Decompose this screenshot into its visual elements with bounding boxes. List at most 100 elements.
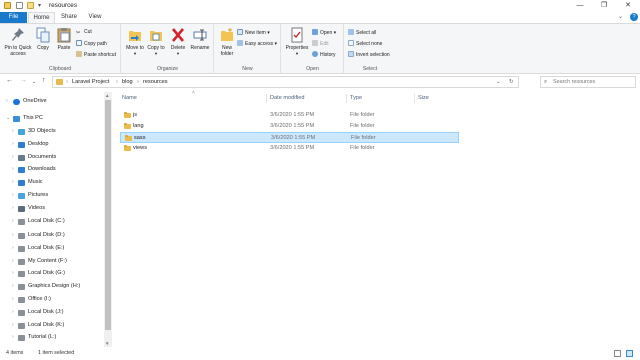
properties-quick-icon[interactable] — [16, 2, 23, 9]
ribbon-expand-icon[interactable]: ⌄ — [618, 13, 623, 20]
breadcrumb-laravel-project[interactable]: Laravel Project — [72, 79, 109, 85]
disk-icon — [18, 323, 25, 329]
nav-item-documents[interactable]: › Documents — [0, 152, 104, 163]
nav-scrollbar[interactable]: ▲ ▼ — [104, 92, 112, 347]
nav-item-label: Graphics Design (H:) — [28, 283, 81, 289]
rename-button[interactable]: Rename — [189, 27, 211, 51]
sort-ascending-icon: ˄ — [192, 90, 195, 96]
delete-button[interactable]: Delete ▾ — [169, 27, 187, 57]
file-row[interactable]: sass 3/6/2020 1:55 PM File folder — [120, 132, 459, 143]
nav-item-videos[interactable]: › Videos — [0, 203, 104, 214]
file-explorer-window: ▾ resources — ❐ ✕ File Home Share View ⌄… — [0, 0, 640, 360]
file-row[interactable]: lang 3/6/2020 1:55 PM File folder — [120, 121, 459, 132]
status-bar: 4 items 1 item selected — [0, 347, 640, 360]
copy-button[interactable]: Copy — [34, 27, 52, 51]
desktop-icon — [18, 142, 25, 148]
help-icon[interactable]: ? — [630, 13, 638, 21]
nav-item-my-content-f[interactable]: › My Content (F:) — [0, 256, 104, 267]
column-header-type[interactable]: Type — [350, 95, 362, 101]
move-to-button[interactable]: Move to ▾ — [125, 27, 145, 57]
maximize-button[interactable]: ❐ — [592, 0, 616, 12]
quick-access-dropdown-icon[interactable]: ▾ — [38, 2, 41, 9]
nav-item-pictures[interactable]: › Pictures — [0, 190, 104, 201]
easy-access-button[interactable]: Easy access ▾ — [237, 40, 277, 48]
scroll-thumb[interactable] — [105, 100, 111, 330]
tab-view[interactable]: View — [84, 12, 106, 23]
new-folder-button[interactable]: New folder — [217, 27, 237, 57]
large-icons-view-button[interactable] — [626, 350, 633, 357]
nav-item-local-disk-j[interactable]: › Local Disk (J:) — [0, 307, 104, 318]
chevron-right-icon: › — [12, 154, 14, 160]
item-count: 4 items — [6, 350, 24, 356]
column-divider[interactable] — [414, 94, 415, 103]
nav-item-local-disk-e[interactable]: › Local Disk (E:) — [0, 243, 104, 254]
column-header-size[interactable]: Size — [418, 95, 429, 101]
nav-item-graphics-design-h[interactable]: › Graphics Design (H:) — [0, 281, 104, 292]
search-box[interactable]: ⌕ Search resources — [540, 76, 636, 88]
open-button[interactable]: Open ▾ — [312, 29, 336, 37]
column-header-name[interactable]: Name — [122, 95, 137, 101]
edit-button[interactable]: Edit — [312, 40, 329, 48]
column-header-date-modified[interactable]: Date modified — [270, 95, 305, 101]
refresh-icon[interactable]: ↻ — [509, 79, 514, 85]
nav-item-music[interactable]: › Music — [0, 177, 104, 188]
paste-button[interactable]: Paste — [54, 27, 74, 51]
new-folder-quick-icon[interactable] — [27, 2, 34, 9]
nav-item-label: Local Disk (G:) — [28, 270, 65, 276]
nav-item-label: Music — [28, 179, 43, 185]
history-button[interactable]: History — [312, 51, 336, 59]
file-name: views — [133, 145, 147, 151]
nav-item-onedrive[interactable]: › OneDrive — [0, 96, 104, 107]
address-dropdown-icon[interactable]: ⌄ — [496, 79, 501, 85]
copy-path-button[interactable]: Copy path — [76, 40, 107, 48]
scroll-up-icon[interactable]: ▲ — [105, 93, 109, 98]
tab-home[interactable]: Home — [28, 12, 55, 23]
recent-locations-icon[interactable]: ⌄ — [32, 79, 36, 85]
column-divider[interactable] — [266, 94, 267, 103]
nav-item-this-pc[interactable]: ⌄ This PC — [0, 113, 104, 124]
disk-icon — [18, 259, 25, 265]
scissors-icon: ✂ — [76, 30, 81, 36]
details-view-button[interactable] — [614, 350, 621, 357]
breadcrumb-resources[interactable]: resources — [143, 79, 168, 85]
nav-item-3d-objects[interactable]: › 3D Objects — [0, 126, 104, 137]
nav-item-local-disk-g[interactable]: › Local Disk (G:) — [0, 268, 104, 279]
nav-item-downloads[interactable]: › Downloads — [0, 164, 104, 175]
back-button[interactable]: ← — [6, 77, 13, 84]
tab-file[interactable]: File — [0, 12, 27, 23]
nav-item-tutorial-l[interactable]: › Tutorial (L:) — [0, 332, 104, 343]
up-button[interactable]: ↑ — [42, 77, 46, 84]
breadcrumb-blog[interactable]: blog — [122, 79, 133, 85]
disk-icon — [18, 246, 25, 252]
paste-shortcut-button[interactable]: Paste shortcut — [76, 51, 116, 59]
select-none-button[interactable]: Select none — [348, 40, 382, 48]
copy-path-label: Copy path — [84, 41, 107, 47]
column-divider[interactable] — [346, 94, 347, 103]
scroll-down-icon[interactable]: ▼ — [105, 341, 109, 346]
cloud-icon — [13, 99, 20, 105]
ribbon-tabs: File Home Share View ⌄ ? — [0, 12, 640, 23]
new-item-button[interactable]: New item ▾ — [237, 29, 270, 37]
file-row[interactable]: views 3/6/2020 1:55 PM File folder — [120, 143, 459, 154]
forward-button[interactable]: → — [20, 77, 27, 84]
nav-item-desktop[interactable]: › Desktop — [0, 139, 104, 150]
cut-button[interactable]: ✂ Cut — [76, 29, 92, 36]
invert-selection-button[interactable]: Invert selection — [348, 51, 390, 59]
address-bar[interactable]: › Laravel Project › blog › resources ⌄ ↻ — [52, 76, 519, 88]
nav-item-office-i[interactable]: › Office (I:) — [0, 294, 104, 305]
cut-label: Cut — [84, 29, 92, 35]
properties-button[interactable]: Properties ▾ — [284, 27, 310, 57]
nav-item-local-disk-k[interactable]: › Local Disk (K:) — [0, 320, 104, 331]
select-all-button[interactable]: Select all — [348, 29, 376, 37]
minimize-button[interactable]: — — [568, 0, 592, 12]
file-list: ˄ Name Date modified Type Size js 3/6/202… — [112, 90, 640, 347]
file-row[interactable]: js 3/6/2020 1:55 PM File folder — [120, 110, 459, 121]
close-button[interactable]: ✕ — [616, 0, 640, 12]
nav-item-local-disk-c[interactable]: › Local Disk (C:) — [0, 216, 104, 227]
chevron-right-icon: › — [12, 141, 14, 147]
tab-share[interactable]: Share — [58, 12, 80, 23]
nav-item-local-disk-d[interactable]: › Local Disk (D:) — [0, 230, 104, 241]
copy-to-button[interactable]: Copy to ▾ — [146, 27, 166, 57]
pin-to-quick-access-button[interactable]: Pin to Quick access — [2, 27, 34, 57]
search-input[interactable]: Search resources — [553, 79, 595, 85]
